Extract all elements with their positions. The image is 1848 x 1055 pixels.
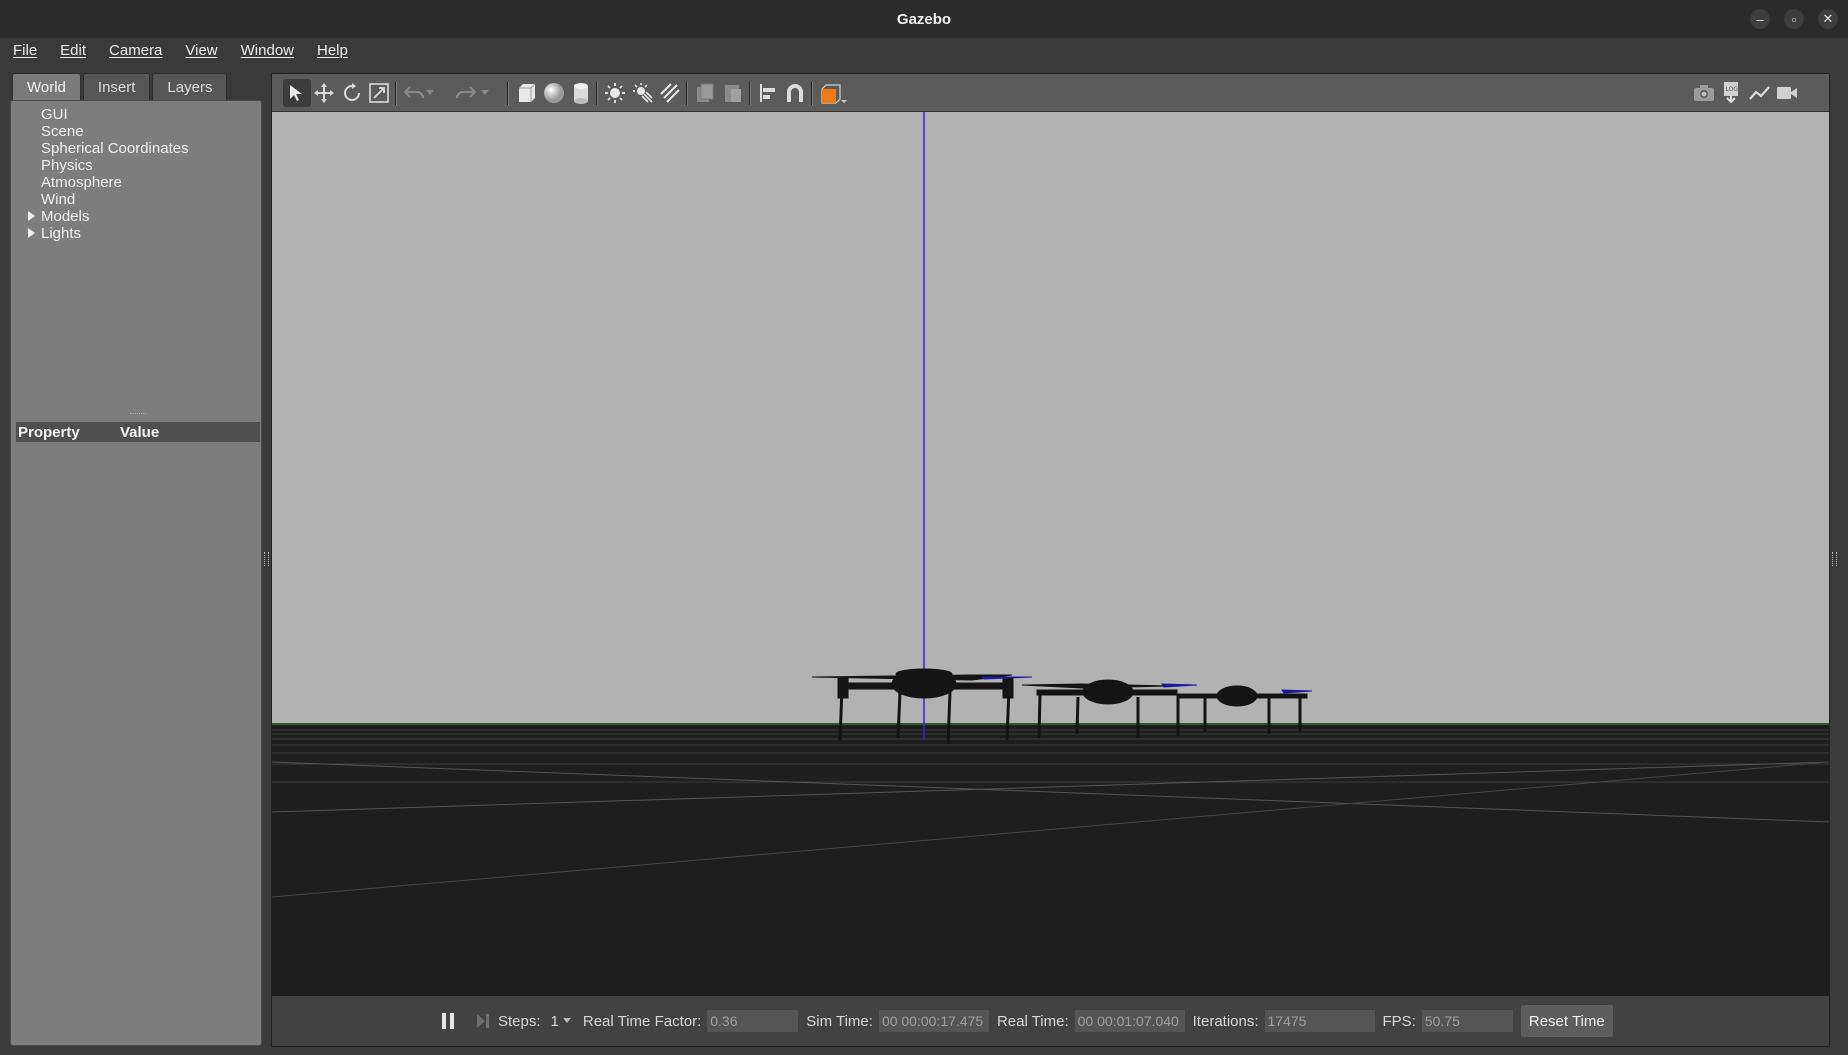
sphere-icon[interactable] <box>540 79 568 107</box>
close-icon[interactable]: ✕ <box>1818 9 1838 29</box>
toolbar-separator <box>749 81 751 105</box>
render-view: LOG Steps: 1 Real Time Factor: 0.36 Sim … <box>271 73 1830 1047</box>
log-icon[interactable]: LOG <box>1718 79 1746 107</box>
sim-time-value: 00 00:00:17.475 <box>878 1010 989 1032</box>
tab-insert[interactable]: Insert <box>82 73 151 100</box>
tree-item-gui[interactable]: GUI <box>11 106 261 123</box>
tree-item-models[interactable]: Models <box>11 208 261 225</box>
menu-file[interactable]: File <box>0 42 47 59</box>
tree-item-atmosphere[interactable]: Atmosphere <box>11 174 261 191</box>
toolbar-separator <box>596 81 598 105</box>
tree-item-spherical-coordinates[interactable]: Spherical Coordinates <box>11 140 261 157</box>
menu-camera[interactable]: Camera <box>96 42 172 59</box>
menu-window[interactable]: Window <box>228 42 304 59</box>
property-table-header: Property Value <box>16 422 260 442</box>
window-controls: – ▫ ✕ <box>1750 9 1838 29</box>
steps-spinbox[interactable]: 1 <box>551 1013 571 1030</box>
directional-light-icon[interactable] <box>656 79 684 107</box>
paste-icon[interactable] <box>719 79 747 107</box>
world-panel: GUI Scene Spherical Coordinates Physics … <box>10 100 262 1046</box>
point-light-icon[interactable] <box>601 79 629 107</box>
video-icon[interactable] <box>1773 79 1801 107</box>
screenshot-icon[interactable] <box>1690 79 1718 107</box>
rotate-icon[interactable] <box>338 79 366 107</box>
box-icon[interactable] <box>512 79 540 107</box>
tab-world[interactable]: World <box>12 73 81 100</box>
right-splitter-grip[interactable] <box>1832 552 1837 566</box>
menu-edit[interactable]: Edit <box>47 42 96 59</box>
iterations-value: 17475 <box>1264 1010 1375 1032</box>
expand-arrow-icon[interactable] <box>28 211 35 221</box>
pause-icon[interactable] <box>442 1013 454 1029</box>
tree-item-label: Atmosphere <box>41 174 122 191</box>
undo-history-chevron-icon[interactable] <box>422 79 438 107</box>
plot-icon[interactable] <box>1746 79 1774 107</box>
value-column-header: Value <box>120 423 160 441</box>
3d-scene-viewport[interactable] <box>271 112 1830 996</box>
time-panel: Steps: 1 Real Time Factor: 0.36 Sim Time… <box>272 996 1829 1046</box>
render-toolbar: LOG <box>272 74 1829 112</box>
tree-item-lights[interactable]: Lights <box>11 225 261 242</box>
tree-item-label: Lights <box>41 225 82 242</box>
world-tree: GUI Scene Spherical Coordinates Physics … <box>11 106 261 242</box>
menu-help[interactable]: Help <box>304 42 358 59</box>
tree-item-label: Models <box>41 208 90 225</box>
tree-item-wind[interactable]: Wind <box>11 191 261 208</box>
toolbar-separator <box>686 81 688 105</box>
title-bar: Gazebo – ▫ ✕ <box>0 0 1848 39</box>
tree-item-label: Scene <box>41 123 84 140</box>
redo-history-chevron-icon[interactable] <box>477 79 493 107</box>
toolbar-separator <box>507 81 509 105</box>
steps-value: 1 <box>550 1012 559 1030</box>
real-time-factor-label: Real Time Factor: <box>582 1012 702 1030</box>
minimize-icon[interactable]: – <box>1750 9 1770 29</box>
toolbar-separator <box>395 81 397 105</box>
expand-arrow-icon[interactable] <box>28 228 35 238</box>
steps-label: Steps: <box>498 1012 541 1030</box>
align-icon[interactable] <box>754 79 782 107</box>
ground-plane <box>272 724 1829 996</box>
chevron-down-icon <box>562 1018 571 1023</box>
copy-icon[interactable] <box>691 79 719 107</box>
reset-time-button[interactable]: Reset Time <box>1520 1005 1613 1037</box>
scene-canvas[interactable] <box>271 112 1830 996</box>
tree-item-label: Wind <box>41 191 76 208</box>
toolbar-separator <box>811 81 813 105</box>
tree-item-label: Spherical Coordinates <box>41 140 189 157</box>
property-column-header: Property <box>18 423 80 441</box>
restore-icon[interactable]: ▫ <box>1784 9 1804 29</box>
menu-bar: File Edit Camera View Window Help <box>0 38 1848 62</box>
tree-item-physics[interactable]: Physics <box>11 157 261 174</box>
spot-light-icon[interactable] <box>629 79 657 107</box>
scale-icon[interactable] <box>365 79 393 107</box>
tab-layers[interactable]: Layers <box>152 73 228 100</box>
svg-text:LOG: LOG <box>1726 86 1739 93</box>
window-title: Gazebo <box>896 10 952 28</box>
redo-icon[interactable] <box>452 79 480 107</box>
real-time-label: Real Time: <box>996 1012 1069 1030</box>
translate-icon[interactable] <box>310 79 338 107</box>
left-tab-bar: World Insert Layers <box>12 73 229 100</box>
tree-item-scene[interactable]: Scene <box>11 123 261 140</box>
sim-time-label: Sim Time: <box>806 1012 873 1030</box>
menu-view[interactable]: View <box>172 42 227 59</box>
fps-value: 50.75 <box>1421 1010 1513 1032</box>
sky-background <box>272 112 1829 724</box>
step-forward-icon[interactable] <box>476 1013 490 1029</box>
view-angle-icon[interactable] <box>816 79 850 107</box>
tree-item-label: Physics <box>41 157 93 174</box>
select-arrow-icon[interactable] <box>283 79 311 107</box>
snap-icon[interactable] <box>781 79 809 107</box>
left-splitter-grip[interactable] <box>264 552 269 566</box>
fps-label: FPS: <box>1382 1012 1416 1030</box>
real-time-factor-value: 0.36 <box>707 1010 799 1032</box>
iterations-label: Iterations: <box>1192 1012 1259 1030</box>
tree-item-label: GUI <box>41 106 68 123</box>
cylinder-icon[interactable] <box>567 79 595 107</box>
real-time-value: 00 00:01:07.040 <box>1074 1010 1185 1032</box>
panel-splitter-handle[interactable] <box>130 413 146 416</box>
